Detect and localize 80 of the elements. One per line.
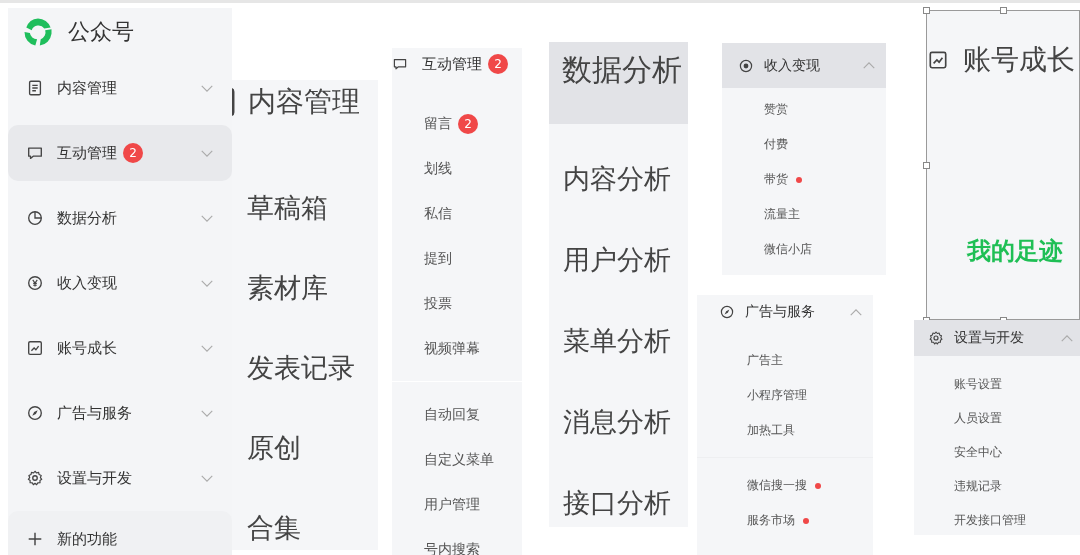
menu-item[interactable]: 付费 — [722, 127, 886, 162]
chevron-down-icon[interactable] — [200, 213, 214, 223]
chat-bubble-icon — [26, 144, 44, 162]
menu-item[interactable]: 内容分析 — [549, 138, 688, 219]
selection-frame[interactable]: 账号成长 我的足迹 — [926, 10, 1080, 320]
yen-icon — [26, 274, 44, 292]
chevron-down-icon[interactable] — [200, 408, 214, 418]
chevron-down-icon[interactable] — [200, 473, 214, 483]
chevron-up-icon[interactable] — [862, 61, 876, 70]
resize-handle[interactable] — [1000, 7, 1007, 14]
menu-item[interactable]: 视频弹幕 — [392, 326, 522, 371]
menu-item[interactable]: 划线 — [392, 146, 522, 191]
resize-handle[interactable] — [923, 7, 930, 14]
menu-item[interactable]: 菜单分析 — [549, 300, 688, 381]
compass-icon — [719, 304, 735, 320]
menu-header[interactable]: 数据分析 — [549, 42, 688, 124]
trend-chart-icon — [26, 339, 44, 357]
compass-icon — [26, 404, 44, 422]
menu-header[interactable]: 收入变现 — [722, 43, 886, 88]
menu-item[interactable]: 投票 — [392, 281, 522, 326]
menu-item[interactable]: 小程序管理 — [697, 378, 873, 413]
chevron-up-icon[interactable] — [849, 307, 863, 317]
menu-item[interactable]: 草稿箱 — [232, 168, 378, 248]
sidebar-item[interactable]: 设置与开发 — [8, 450, 232, 506]
count-badge: 2 — [488, 54, 508, 74]
menu-item[interactable]: 微信小店 — [722, 232, 886, 267]
menu-item[interactable]: 服务市场 — [697, 503, 873, 538]
heading-text: 账号成长 — [963, 42, 1075, 78]
chevron-down-icon[interactable] — [200, 343, 214, 353]
count-badge: 2 — [123, 143, 143, 163]
menu-item[interactable]: 微信搜一搜 — [697, 468, 873, 503]
menu-item[interactable]: 用户管理 — [392, 482, 522, 527]
menu-item[interactable]: 私信 — [392, 191, 522, 236]
chat-bubble-icon — [392, 56, 408, 72]
chevron-down-icon[interactable] — [200, 148, 214, 158]
chevron-up-icon[interactable] — [1060, 333, 1074, 343]
pie-chart-icon — [26, 209, 44, 227]
menu-item[interactable]: 提到 — [392, 236, 522, 281]
resize-handle[interactable] — [923, 162, 930, 169]
highlight-text: 我的足迹 — [966, 236, 1064, 267]
menu-item[interactable]: 赞赏 — [722, 92, 886, 127]
plus-icon — [26, 530, 44, 548]
sidebar-item[interactable]: 数据分析 — [8, 190, 232, 246]
menu-header[interactable]: 互动管理 2 — [392, 48, 522, 80]
app-title: 公众号 — [68, 18, 134, 46]
menu-item[interactable]: 带货 — [722, 162, 886, 197]
menu-item[interactable]: 接口分析 — [549, 462, 688, 527]
sidebar-item[interactable]: 互动管理 2 — [8, 125, 232, 181]
menu-item[interactable]: 人员设置 — [914, 401, 1080, 435]
menu-header[interactable]: 内容管理 — [232, 80, 378, 124]
menu-item[interactable]: 素材库 — [232, 248, 378, 328]
menu-header[interactable]: 广告与服务 — [697, 295, 873, 329]
sidebar-item[interactable]: 广告与服务 — [8, 385, 232, 441]
sidebar-item[interactable]: 账号成长 — [8, 320, 232, 376]
menu-item[interactable]: 原创 — [232, 408, 378, 488]
count-badge: 2 — [458, 113, 478, 134]
radio-icon — [738, 57, 754, 74]
menu-header[interactable]: 设置与开发 — [914, 320, 1080, 356]
menu-item[interactable]: 用户分析 — [549, 219, 688, 300]
menu-item[interactable]: 账号设置 — [914, 367, 1080, 401]
sidebar-item[interactable]: 收入变现 — [8, 255, 232, 311]
menu-item[interactable]: 安全中心 — [914, 435, 1080, 469]
menu-item[interactable]: 留言 2 — [392, 101, 522, 146]
settings-icon — [928, 330, 944, 346]
menu-item[interactable]: 开发接口管理 — [914, 503, 1080, 535]
new-feature-button[interactable]: 新的功能 — [8, 511, 232, 555]
menu-item[interactable]: 发表记录 — [232, 328, 378, 408]
settings-icon — [26, 469, 44, 487]
menu-item[interactable]: 加热工具 — [697, 413, 873, 448]
menu-item[interactable]: 号内搜索 — [392, 527, 522, 555]
menu-item[interactable]: 消息分析 — [549, 381, 688, 462]
sidebar-item[interactable]: 内容管理 — [8, 60, 232, 116]
menu-item[interactable]: 广告主 — [697, 343, 873, 378]
menu-item[interactable]: 自动回复 — [392, 392, 522, 437]
menu-item[interactable]: 违规记录 — [914, 469, 1080, 503]
chevron-down-icon[interactable] — [200, 278, 214, 288]
menu-item[interactable]: 合集 — [232, 488, 378, 550]
menu-item[interactable]: 流量主 — [722, 197, 886, 232]
menu-item[interactable]: 自定义菜单 — [392, 437, 522, 482]
chevron-down-icon[interactable] — [200, 83, 214, 93]
